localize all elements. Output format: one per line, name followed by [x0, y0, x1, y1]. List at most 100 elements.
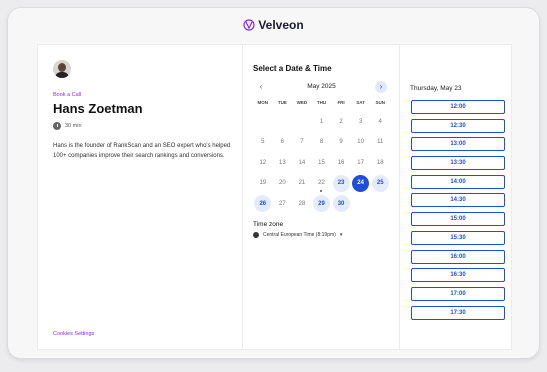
time-slots-panel: Thursday, May 23 12:00 12:30 13:00 13:30 14:…: [400, 45, 513, 349]
time-slot-button[interactable]: 13:30: [411, 156, 505, 171]
calendar-title: Select a Date & Time: [253, 64, 332, 73]
time-slot-button[interactable]: 16:00: [411, 249, 505, 264]
booking-card: Book a Call Hans Zoetman 30 min Hans is …: [37, 44, 512, 350]
calendar-day-number: 16: [337, 159, 345, 166]
brand-name: Velveon: [258, 18, 304, 32]
calendar-day[interactable]: 29: [312, 195, 332, 212]
calendar-day: 15: [312, 154, 332, 171]
brand-header: Velveon: [8, 18, 539, 32]
calendar-day: 11: [370, 134, 390, 151]
time-slot-button[interactable]: 17:30: [411, 305, 505, 320]
calendar-day-number: [372, 195, 389, 212]
calendar-day-number: 29: [312, 195, 330, 212]
calendar-day-number: 7: [300, 139, 304, 145]
calendar-day-number: [254, 113, 271, 130]
chevron-left-icon[interactable]: ‹: [256, 82, 266, 92]
calendar-day: 1: [312, 113, 332, 130]
timezone-title: Time zone: [253, 221, 284, 228]
calendar-day: 7: [292, 134, 312, 151]
calendar-grid: 1 2 3 4 5 6 7 8 9 10 11 12 13 14 15 16 17 18 19 20 21 22 23 24 2…: [253, 113, 390, 233]
calendar-day-number: 21: [298, 180, 306, 186]
time-slot-button[interactable]: 15:00: [411, 212, 505, 227]
calendar-day: 13: [273, 154, 293, 171]
time-slot-list: 12:00 12:30 13:00 13:30 14:00 14:30 15:00 15:30…: [411, 100, 505, 324]
calendar-day-number: 18: [376, 159, 384, 166]
calendar-day[interactable]: 23: [331, 174, 351, 192]
calendar-day: 14: [292, 154, 312, 171]
time-slot-button[interactable]: 14:30: [411, 193, 505, 208]
selected-date-title: Thursday, May 23: [410, 85, 462, 92]
event-type-label: Book a Call: [53, 92, 82, 98]
calendar-day-number: [274, 113, 291, 130]
calendar-day-number: 27: [279, 200, 286, 207]
calendar-day: 9: [331, 134, 351, 151]
duration-text: 30 min: [65, 123, 82, 129]
calendar-day-empty: [351, 195, 371, 212]
calendar-day: 22: [312, 175, 332, 192]
time-slot-button[interactable]: 16:30: [411, 268, 505, 283]
calendar-day: 8: [312, 134, 332, 151]
calendar-day-number: 5: [261, 139, 265, 145]
calendar-day: 16: [331, 154, 351, 171]
calendar-day-number: 14: [298, 159, 306, 166]
duration-info: 30 min: [53, 122, 82, 130]
calendar-day-number: 28: [298, 200, 306, 207]
weekday-label: SAT: [356, 100, 365, 105]
time-slot-button[interactable]: 15:30: [411, 230, 505, 245]
calendar-day[interactable]: 30: [331, 195, 351, 212]
calendar-day-number: 26: [254, 195, 272, 212]
calendar-day-number: 17: [357, 159, 364, 166]
calendar-day: 5: [253, 134, 273, 151]
calendar-day-number: [352, 195, 369, 212]
host-description: Hans is the founder of RankScan and an S…: [53, 143, 231, 159]
calendar-day: 6: [273, 134, 293, 151]
velveon-logo-icon: [243, 19, 255, 31]
calendar-day: 3: [351, 113, 371, 130]
month-navigation: ‹ May 2025 ›: [253, 81, 390, 94]
booking-window: Velveon Book a Call Hans Zoetman 30 min …: [7, 7, 540, 359]
calendar-day[interactable]: 24: [351, 174, 371, 192]
calendar-day-empty: [253, 113, 273, 130]
weekday-label: MON: [257, 100, 269, 105]
globe-icon: [253, 232, 259, 238]
weekday-label: WED: [296, 100, 308, 105]
time-slot-button[interactable]: 13:00: [411, 137, 505, 152]
timezone-select[interactable]: Central European Time (8:19pm) ▾: [253, 232, 342, 238]
calendar-day: 21: [292, 175, 312, 192]
calendar-day: 17: [351, 154, 371, 171]
calendar-day: 12: [253, 154, 273, 171]
calendar-day-number: 6: [280, 139, 285, 145]
chevron-right-icon[interactable]: ›: [375, 81, 387, 93]
weekday-label: SUN: [375, 100, 385, 105]
weekday-label: TUE: [277, 100, 287, 105]
calendar-day: 18: [370, 154, 390, 171]
calendar-day-number: 19: [259, 180, 267, 186]
time-slot-button[interactable]: 14:00: [411, 174, 505, 189]
calendar-day-number: 15: [318, 159, 325, 166]
time-slot-button[interactable]: 12:30: [411, 118, 505, 133]
calendar-day-number: 22: [318, 180, 325, 186]
calendar-day-number: 13: [279, 159, 286, 166]
calendar-day: 4: [370, 113, 390, 130]
calendar-day-number: 10: [357, 139, 364, 145]
calendar-day[interactable]: 25: [370, 174, 390, 192]
calendar-day: 20: [273, 175, 293, 192]
calendar-day-number: 11: [377, 139, 384, 145]
calendar-day[interactable]: 26: [253, 195, 273, 212]
calendar-day: 19: [253, 175, 273, 192]
cookies-settings-link[interactable]: Cookies Settings: [53, 331, 94, 337]
calendar-panel: Select a Date & Time ‹ May 2025 › MON TUE…: [243, 45, 400, 349]
calendar-day-empty: [370, 195, 390, 212]
host-panel: Book a Call Hans Zoetman 30 min Hans is …: [38, 45, 243, 349]
time-slot-button[interactable]: 17:00: [411, 286, 505, 301]
calendar-day-number: 4: [378, 118, 382, 125]
calendar-day-empty: [292, 113, 312, 130]
clock-icon: [53, 122, 61, 130]
calendar-day: 2: [331, 113, 351, 130]
calendar-day-number: 25: [371, 174, 389, 192]
calendar-day-number: 23: [332, 174, 350, 192]
time-slot-button[interactable]: 12:00: [411, 100, 505, 114]
calendar-day: 27: [273, 195, 293, 212]
avatar: [53, 60, 71, 78]
calendar-day-number: [293, 113, 310, 130]
